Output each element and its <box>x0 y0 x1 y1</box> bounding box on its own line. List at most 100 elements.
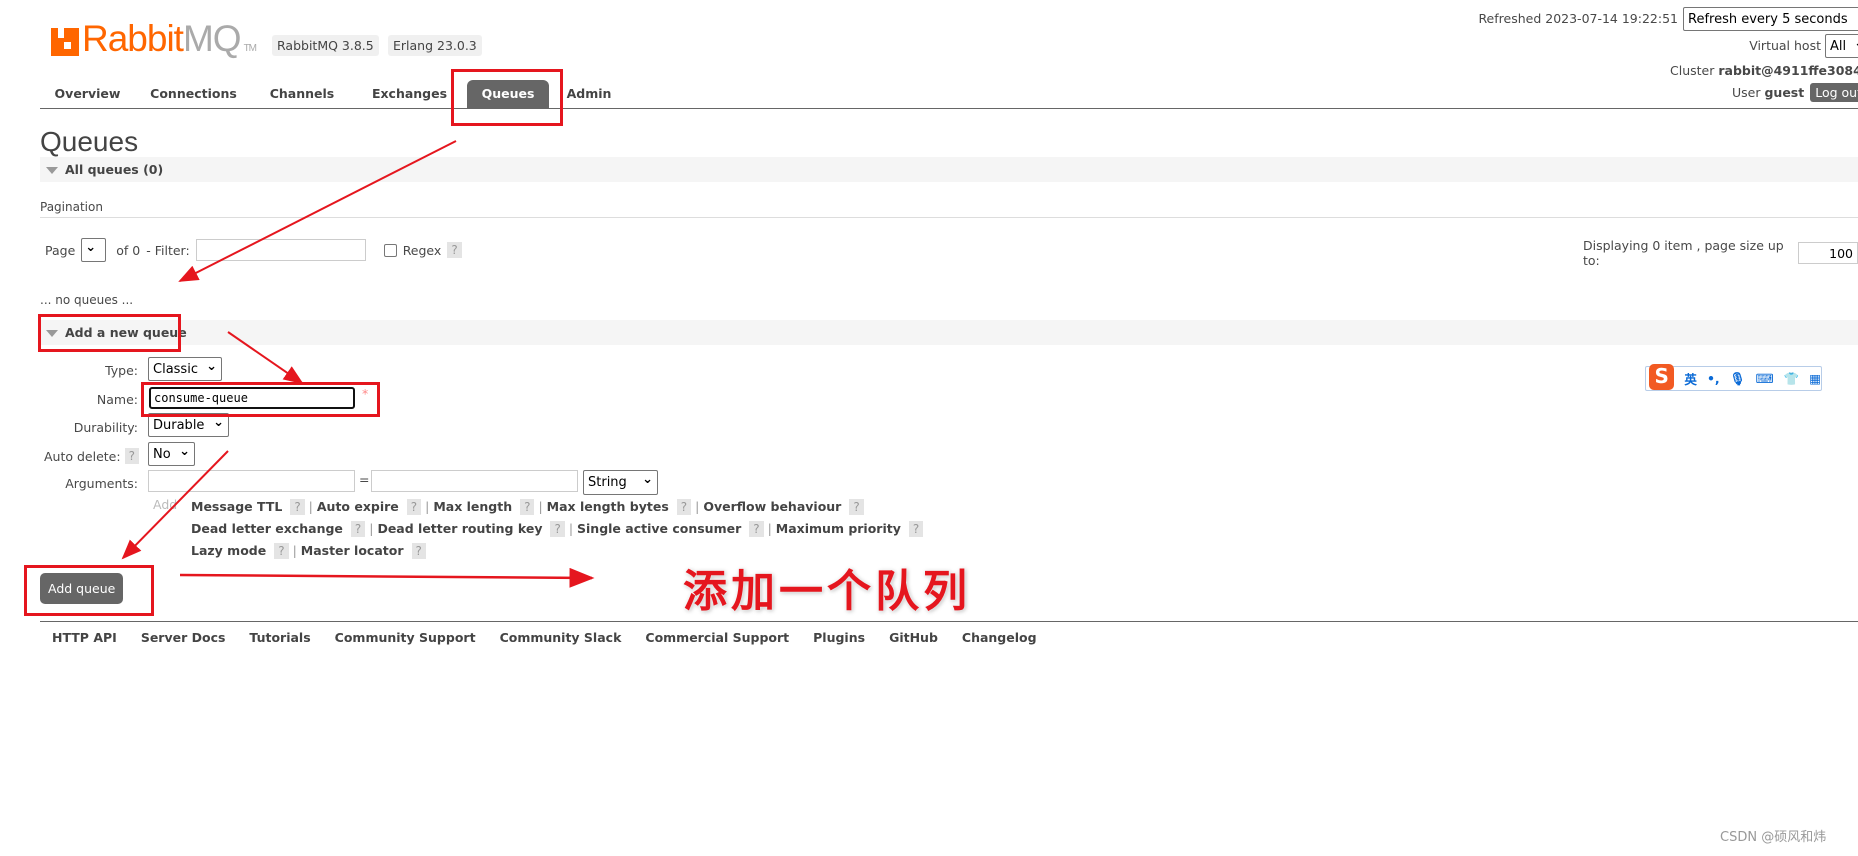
logo-rabbit: Rabbit <box>82 18 184 59</box>
add-queue-toggle[interactable]: Add a new queue <box>40 320 1858 345</box>
page-select[interactable] <box>81 238 107 262</box>
arrow-4 <box>179 567 595 588</box>
auto-delete-help[interactable]: ? <box>124 448 139 464</box>
argument-help[interactable]: ? <box>406 499 422 515</box>
tab-exchanges[interactable]: Exchanges <box>352 80 467 108</box>
rabbitmq-logo: Rabbit MQ TM <box>51 18 257 60</box>
auto-delete-select[interactable]: No <box>148 442 195 466</box>
sogou-logo-icon: S <box>1649 363 1675 390</box>
refresh-select[interactable]: Refresh every 5 seconds <box>1683 7 1858 31</box>
highlight-add-section <box>38 314 181 352</box>
regex-label: Regex <box>402 242 442 258</box>
argument-value-input[interactable] <box>371 470 578 492</box>
vhost-select-value: All <box>1830 38 1847 54</box>
durability-label: Durability: <box>73 420 138 435</box>
page-size-row: Displaying 0 item , page size up to: <box>1583 238 1858 268</box>
add-label: Add <box>153 497 178 512</box>
refresh-select-value: Refresh every 5 seconds <box>1688 11 1848 27</box>
footer-link[interactable]: Tutorials <box>249 630 310 645</box>
footer-link[interactable]: HTTP API <box>52 630 117 645</box>
ime-punct[interactable]: •, <box>1707 371 1720 386</box>
nav-divider <box>40 108 1858 109</box>
footer-link[interactable]: Changelog <box>962 630 1037 645</box>
toolbox-grid-icon[interactable]: ▦ <box>1809 371 1821 386</box>
vhost-label: Virtual host <box>1749 38 1821 53</box>
separator: | <box>288 543 301 558</box>
name-label: Name: <box>96 392 138 407</box>
argument-shortcuts: Message TTL? | Auto expire? | Max length… <box>191 496 924 562</box>
footer-links: HTTP API Server Docs Tutorials Community Su… <box>52 630 1061 645</box>
keyboard-icon[interactable]: ⌨ <box>1756 371 1774 386</box>
skin-shirt-icon[interactable]: 👕 <box>1784 371 1800 387</box>
pagination-label: Pagination <box>40 200 103 214</box>
argument-help[interactable]: ? <box>274 543 289 559</box>
filter-label: - Filter: <box>146 242 190 258</box>
ime-toolbar[interactable]: S 英 •, 🎙 ⌨ 👕 ▦ <box>1645 363 1822 391</box>
footer-link[interactable]: Plugins <box>813 630 865 645</box>
user-name: guest <box>1764 85 1805 100</box>
all-queues-toggle[interactable]: All queues (0) <box>40 157 1858 182</box>
argument-shortcut-link[interactable]: Dead letter routing key <box>377 521 542 536</box>
type-select-value: Classic <box>153 361 198 377</box>
separator: | <box>304 499 317 514</box>
arguments-label: Arguments: <box>65 476 138 491</box>
argument-help[interactable]: ? <box>550 521 565 537</box>
tab-overview[interactable]: Overview <box>40 80 135 108</box>
footer-link[interactable]: Community Support <box>335 630 476 645</box>
argument-help[interactable]: ? <box>290 499 305 515</box>
footer-link[interactable]: Server Docs <box>141 630 226 645</box>
filter-input[interactable] <box>195 239 366 261</box>
user-label: User <box>1732 85 1761 100</box>
logout-button[interactable]: Log out <box>1810 83 1858 102</box>
tab-connections[interactable]: Connections <box>135 80 252 108</box>
argument-help[interactable]: ? <box>749 521 764 537</box>
argument-shortcut-link[interactable]: Maximum priority <box>776 521 901 536</box>
highlight-add-button <box>24 565 154 616</box>
argument-shortcut-row: Message TTL? | Auto expire? | Max length… <box>191 496 923 518</box>
argument-shortcut-link[interactable]: Single active consumer <box>577 521 741 536</box>
microphone-icon[interactable]: 🎙 <box>1730 371 1746 387</box>
auto-delete-label: Auto delete: <box>44 448 121 464</box>
tab-channels[interactable]: Channels <box>252 80 352 108</box>
argument-shortcut-link[interactable]: Max length <box>433 499 512 514</box>
page-size-input[interactable] <box>1798 242 1858 264</box>
separator: | <box>564 521 578 536</box>
argument-help[interactable]: ? <box>676 499 692 515</box>
argument-shortcut-link[interactable]: Overflow behaviour <box>703 499 841 514</box>
logo-tm: TM <box>243 43 257 54</box>
footer-link[interactable]: GitHub <box>889 630 938 645</box>
argument-type-value: String <box>588 475 627 490</box>
annotation-arrows <box>121 140 595 588</box>
separator: | <box>421 499 434 514</box>
argument-shortcut-link[interactable]: Max length bytes <box>547 499 669 514</box>
auto-delete-label-row: Auto delete:? <box>44 448 139 464</box>
footer-link[interactable]: Commercial Support <box>645 630 789 645</box>
argument-shortcut-link[interactable]: Lazy mode <box>191 543 266 558</box>
regex-help[interactable]: ? <box>447 242 462 258</box>
vhost-select[interactable]: All <box>1825 34 1858 58</box>
footer-link[interactable]: Community Slack <box>500 630 622 645</box>
durability-select-value: Durable <box>153 417 205 433</box>
ime-lang[interactable]: 英 <box>1684 369 1697 388</box>
argument-key-input[interactable] <box>148 470 355 492</box>
argument-help[interactable]: ? <box>411 543 426 559</box>
argument-shortcut-link[interactable]: Dead letter exchange <box>191 521 343 536</box>
page-count: of 0 <box>116 242 141 258</box>
argument-shortcut-link[interactable]: Message TTL <box>191 499 282 514</box>
argument-help[interactable]: ? <box>520 499 535 515</box>
separator: | <box>534 499 547 514</box>
regex-checkbox[interactable] <box>383 243 397 257</box>
argument-help[interactable]: ? <box>849 499 864 515</box>
argument-shortcut-link[interactable]: Master locator <box>301 543 404 558</box>
separator: | <box>691 499 704 514</box>
logo-mq: MQ <box>182 18 242 59</box>
argument-shortcut-row: Dead letter exchange? | Dead letter rout… <box>191 518 924 540</box>
auto-delete-select-value: No <box>153 446 171 462</box>
argument-shortcut-link[interactable]: Auto expire <box>317 499 399 514</box>
argument-help[interactable]: ? <box>350 521 366 537</box>
separator: | <box>365 521 378 536</box>
argument-help[interactable]: ? <box>908 521 924 537</box>
argument-type-select[interactable]: String <box>583 470 658 495</box>
type-select[interactable]: Classic <box>148 357 222 381</box>
erlang-badge: Erlang 23.0.3 <box>388 35 482 56</box>
